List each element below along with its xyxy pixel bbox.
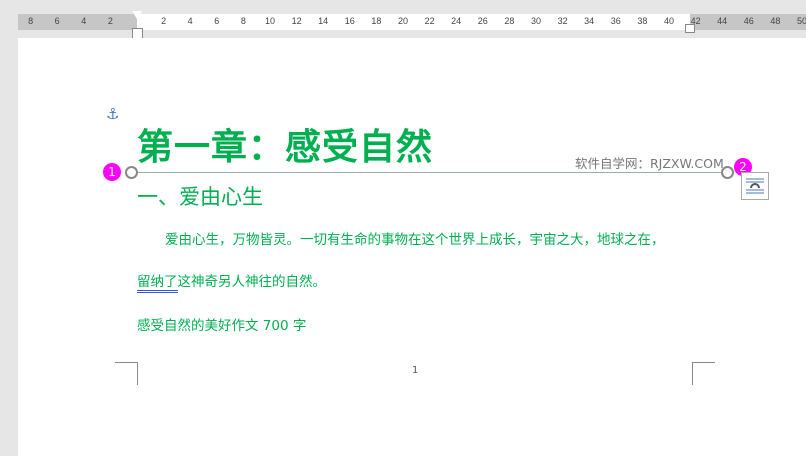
ruler-text-area (137, 14, 690, 30)
ruler-tick: 40 (663, 16, 675, 26)
ruler-tick: 34 (584, 16, 595, 26)
horizontal-line-shape[interactable] (131, 172, 728, 173)
ruler-tick: 24 (451, 16, 462, 26)
ruler-tick: 8 (28, 16, 34, 26)
proofing-underlined-text[interactable]: 留纳了 (137, 274, 178, 293)
paragraph-2-text: 这神奇另人神往的自然。 (177, 274, 327, 290)
ruler-tick: 20 (397, 16, 409, 26)
ruler-tick: 10 (264, 16, 276, 26)
ruler-tick: 18 (371, 16, 382, 26)
ruler-tick: 50 (796, 16, 806, 26)
anchor-icon: ⚓ (106, 105, 120, 123)
ruler-tick: 36 (610, 16, 621, 26)
ruler-tick: 14 (318, 16, 329, 26)
watermark-text: 软件自学网：RJZXW.COM (575, 156, 724, 171)
ruler-tick: 26 (477, 16, 488, 26)
margin-corner-right (692, 362, 715, 385)
ruler-tick: 6 (214, 16, 220, 26)
paragraph-2[interactable]: 留纳了这神奇另人神往的自然。 (137, 270, 327, 293)
ruler-tick: 4 (81, 16, 87, 26)
line-start-handle[interactable] (125, 166, 138, 179)
ruler-tick: 6 (54, 16, 60, 26)
page-number: 1 (412, 365, 419, 376)
section-heading[interactable]: 一、爱由心生 (137, 181, 263, 211)
ruler-tick: 16 (344, 16, 355, 26)
paragraph-1[interactable]: 爱由心生，万物皆灵。一切有生命的事物在这个世界上成长，宇宙之大，地球之在， (165, 228, 665, 248)
margin-corner-left (115, 362, 138, 385)
ruler-tick: 8 (240, 16, 246, 26)
right-indent-marker[interactable] (685, 24, 695, 33)
ruler-tick: 48 (770, 16, 781, 26)
callout-badge-1: 1 (103, 163, 121, 181)
first-line-indent-marker[interactable] (132, 11, 142, 19)
paragraph-3[interactable]: 感受自然的美好作文 700 字 (137, 314, 306, 334)
ruler-tick: 22 (424, 16, 435, 26)
ruler-tick: 38 (637, 16, 648, 26)
layout-options-button[interactable] (741, 172, 769, 200)
ruler-tick: 28 (504, 16, 515, 26)
ruler-tick: 32 (557, 16, 568, 26)
ruler-tick: 12 (291, 16, 302, 26)
ruler-tick: 46 (743, 16, 754, 26)
chapter-title[interactable]: 第一章：感受自然 (137, 118, 433, 170)
line-end-handle[interactable] (721, 166, 734, 179)
ruler-tick: 2 (107, 16, 113, 26)
ruler-tick: 44 (717, 16, 728, 26)
ruler-tick: 4 (187, 16, 193, 26)
ruler-tick: 2 (161, 16, 167, 26)
ruler-tick: 30 (530, 16, 542, 26)
layout-options-icon (746, 178, 764, 194)
